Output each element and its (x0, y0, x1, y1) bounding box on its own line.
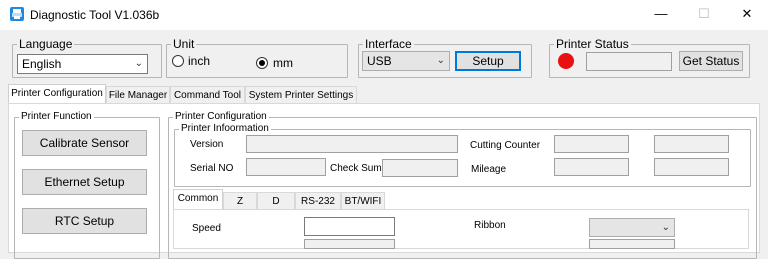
serial-no-label: Serial NO (190, 163, 234, 174)
get-status-button[interactable]: Get Status (679, 51, 743, 71)
cutting-counter-label: Cutting Counter (470, 140, 541, 151)
extra-field-2 (654, 158, 729, 176)
tab-system-printer-settings[interactable]: System Printer Settings (245, 86, 357, 104)
speed-label: Speed (192, 223, 221, 234)
serial-no-field (246, 158, 326, 176)
language-label: Language (17, 37, 75, 51)
tab-command-tool[interactable]: Command Tool (170, 86, 245, 104)
maximize-icon[interactable]: ☐ (693, 4, 715, 24)
subtab-rs232[interactable]: RS-232 (295, 192, 341, 210)
chevron-down-icon: ⌄ (134, 58, 143, 69)
unit-inch-label: inch (188, 54, 211, 68)
printer-function-label: Printer Function (19, 110, 94, 124)
unit-label: Unit (171, 37, 197, 51)
unit-inch-radio[interactable] (172, 55, 184, 67)
status-text-field (586, 52, 672, 71)
status-led-indicator (558, 53, 574, 69)
unit-mm-label: mm (273, 56, 293, 70)
mileage-field (554, 158, 629, 176)
mileage-label: Mileage (471, 164, 507, 175)
extra-field-1 (654, 135, 729, 153)
chevron-down-icon: ⌄ (661, 222, 670, 233)
printer-status-label: Printer Status (554, 37, 631, 51)
check-sum-label: Check Sum (330, 163, 382, 174)
interface-select[interactable]: USB ⌄ (362, 51, 450, 71)
subtab-d[interactable]: D (257, 192, 295, 210)
interface-label: Interface (363, 37, 414, 51)
chevron-down-icon: ⌄ (436, 55, 445, 66)
close-icon[interactable]: ✕ (736, 4, 758, 24)
title-bar: Diagnostic Tool V1.036b — ☐ ✕ (0, 0, 768, 30)
check-sum-field (382, 159, 458, 177)
language-select[interactable]: English ⌄ (17, 54, 148, 74)
tab-printer-configuration[interactable]: Printer Configuration (8, 84, 106, 104)
ribbon-label: Ribbon (474, 220, 506, 231)
speed-secondary-field (304, 239, 395, 249)
cutting-counter-field (554, 135, 629, 153)
calibrate-sensor-button[interactable]: Calibrate Sensor (22, 130, 147, 156)
subtab-z[interactable]: Z (223, 192, 257, 210)
ribbon-select[interactable]: ⌄ (589, 218, 675, 237)
version-label: Version (190, 139, 224, 150)
subtab-bt-wifi[interactable]: BT/WIFI (341, 192, 385, 210)
printer-app-icon (10, 7, 24, 21)
setup-button[interactable]: Setup (455, 51, 521, 71)
speed-input[interactable] (304, 217, 395, 236)
interface-value: USB (367, 54, 392, 68)
printer-information-label: Printer Infoormation (179, 122, 271, 136)
rtc-setup-button[interactable]: RTC Setup (22, 208, 147, 234)
ribbon-secondary-field (589, 239, 675, 249)
unit-mm-radio[interactable] (256, 57, 268, 69)
language-value: English (22, 57, 62, 71)
version-field (246, 135, 458, 153)
tab-file-manager[interactable]: File Manager (106, 86, 170, 104)
minimize-icon[interactable]: — (650, 4, 672, 24)
subtab-common[interactable]: Common (173, 189, 223, 209)
window-title: Diagnostic Tool V1.036b (30, 8, 160, 22)
ethernet-setup-button[interactable]: Ethernet Setup (22, 169, 147, 195)
